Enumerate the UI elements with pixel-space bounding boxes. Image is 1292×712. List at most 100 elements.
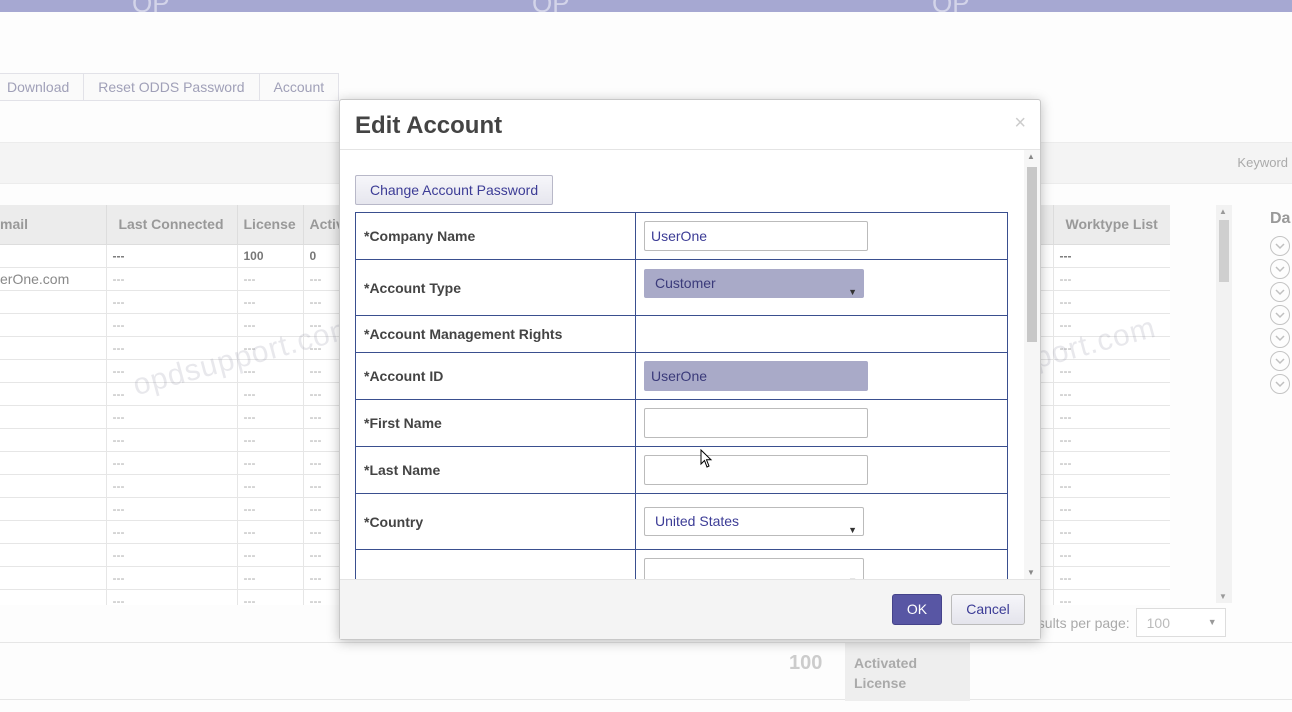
table-cell: --- <box>106 474 238 498</box>
chevron-down-icon: ▼ <box>848 525 857 535</box>
grid-scroll-thumb[interactable] <box>1219 220 1229 282</box>
scroll-down-arrow-icon[interactable]: ▼ <box>1027 568 1035 577</box>
expand-chevron-icon[interactable] <box>1270 328 1290 348</box>
grid-scrollbar[interactable]: ▲ ▼ <box>1216 205 1232 603</box>
table-cell: --- <box>237 405 304 429</box>
table-cell: erOne.com <box>0 267 107 291</box>
form-row-account-id: *Account ID UserOne <box>355 352 1008 400</box>
table-cell <box>0 313 107 337</box>
company-name-input[interactable]: UserOne <box>644 221 868 251</box>
scroll-down-arrow-icon[interactable]: ▼ <box>1219 592 1227 601</box>
table-cell: --- <box>237 451 304 475</box>
reset-odds-password-button[interactable]: Reset ODDS Password <box>84 73 260 101</box>
account-management-rights-cell <box>635 315 1008 353</box>
country-select[interactable]: United States ▼ <box>644 507 864 536</box>
table-cell: --- <box>1053 359 1170 383</box>
table-cell <box>0 359 107 383</box>
table-cell <box>0 405 107 429</box>
account-id-label: *Account ID <box>355 352 636 400</box>
table-cell: --- <box>106 451 238 475</box>
table-cell: --- <box>106 428 238 452</box>
chevron-down-icon: ▼ <box>1207 617 1217 627</box>
dialog-scrollbar[interactable]: ▲ ▼ <box>1024 150 1040 579</box>
table-cell <box>0 543 107 567</box>
table-cell: --- <box>1053 520 1170 544</box>
mouse-cursor-icon <box>700 449 713 468</box>
table-cell: --- <box>1053 451 1170 475</box>
table-cell: --- <box>106 244 238 268</box>
table-cell: --- <box>1053 244 1170 268</box>
table-cell: --- <box>106 589 238 605</box>
table-cell: --- <box>237 497 304 521</box>
table-cell <box>0 520 107 544</box>
scroll-up-arrow-icon[interactable]: ▲ <box>1219 207 1227 216</box>
column-header-license[interactable]: License <box>237 205 304 245</box>
column-header-email[interactable]: mail <box>0 205 107 245</box>
ok-button[interactable]: OK <box>892 594 942 625</box>
last-name-cell <box>635 446 1008 494</box>
table-cell <box>0 497 107 521</box>
download-button[interactable]: Download <box>0 73 85 101</box>
table-cell: --- <box>1053 543 1170 567</box>
toolbar: Download Reset ODDS Password Account <box>0 73 340 101</box>
pager: esults per page: 100 ▼ <box>1030 608 1226 637</box>
results-per-page-value: 100 <box>1146 615 1170 631</box>
expand-chevron-icon[interactable] <box>1270 305 1290 325</box>
table-cell: --- <box>106 566 238 590</box>
form-row-last-name: *Last Name <box>355 446 1008 494</box>
table-cell: --- <box>106 313 238 337</box>
account-id-cell: UserOne <box>635 352 1008 400</box>
expand-chevron-icon[interactable] <box>1270 282 1290 302</box>
table-cell: --- <box>1053 336 1170 360</box>
table-cell: --- <box>237 520 304 544</box>
table-cell <box>0 428 107 452</box>
scroll-up-arrow-icon[interactable]: ▲ <box>1027 152 1035 161</box>
last-name-input[interactable] <box>644 455 868 485</box>
table-cell: --- <box>106 520 238 544</box>
first-name-input[interactable] <box>644 408 868 438</box>
results-per-page-label: esults per page: <box>1030 614 1130 631</box>
table-cell: --- <box>237 359 304 383</box>
expand-chevron-icon[interactable] <box>1270 236 1290 256</box>
license-summary: 100 Activated License <box>0 642 1292 701</box>
dialog-scroll-thumb[interactable] <box>1027 167 1037 342</box>
close-icon[interactable]: × <box>1014 112 1026 135</box>
column-header-worktype-list[interactable]: Worktype List <box>1053 205 1170 245</box>
expand-chevron-icon[interactable] <box>1270 374 1290 394</box>
expand-chevron-icon[interactable] <box>1270 351 1290 371</box>
change-account-password-button[interactable]: Change Account Password <box>355 175 554 205</box>
table-cell: --- <box>237 313 304 337</box>
activated-label-line2: License <box>854 675 907 691</box>
results-per-page-select[interactable]: 100 ▼ <box>1135 608 1226 637</box>
table-cell <box>0 336 107 360</box>
edit-account-dialog: Edit Account × Change Account Password *… <box>339 99 1041 640</box>
column-header-last-connected[interactable]: Last Connected <box>106 205 238 245</box>
table-cell <box>0 589 107 605</box>
next-field-select[interactable]: ▼ <box>644 558 864 579</box>
cancel-button[interactable]: Cancel <box>951 594 1025 625</box>
country-label: *Country <box>355 493 636 550</box>
table-cell: --- <box>106 336 238 360</box>
keyword-label: Keyword <box>1237 155 1288 170</box>
first-name-cell <box>635 399 1008 447</box>
expand-chevron-icon[interactable] <box>1270 259 1290 279</box>
activated-label-line1: Activated <box>854 655 918 671</box>
table-cell: --- <box>1053 405 1170 429</box>
table-cell: --- <box>237 589 304 605</box>
country-cell: United States ▼ <box>635 493 1008 550</box>
table-cell: 100 <box>237 244 304 268</box>
table-cell: --- <box>237 543 304 567</box>
table-cell <box>0 451 107 475</box>
table-cell: --- <box>237 428 304 452</box>
account-id-input: UserOne <box>644 361 868 391</box>
dialog-header: Edit Account × <box>340 100 1040 150</box>
table-cell: --- <box>1053 290 1170 314</box>
table-cell: --- <box>1053 428 1170 452</box>
activated-license-count: 100 <box>789 652 823 674</box>
table-cell: --- <box>237 336 304 360</box>
account-button[interactable]: Account <box>259 73 340 101</box>
table-cell: --- <box>237 267 304 291</box>
table-cell: --- <box>1053 267 1170 291</box>
table-cell: --- <box>1053 589 1170 605</box>
next-field-label <box>355 549 636 579</box>
